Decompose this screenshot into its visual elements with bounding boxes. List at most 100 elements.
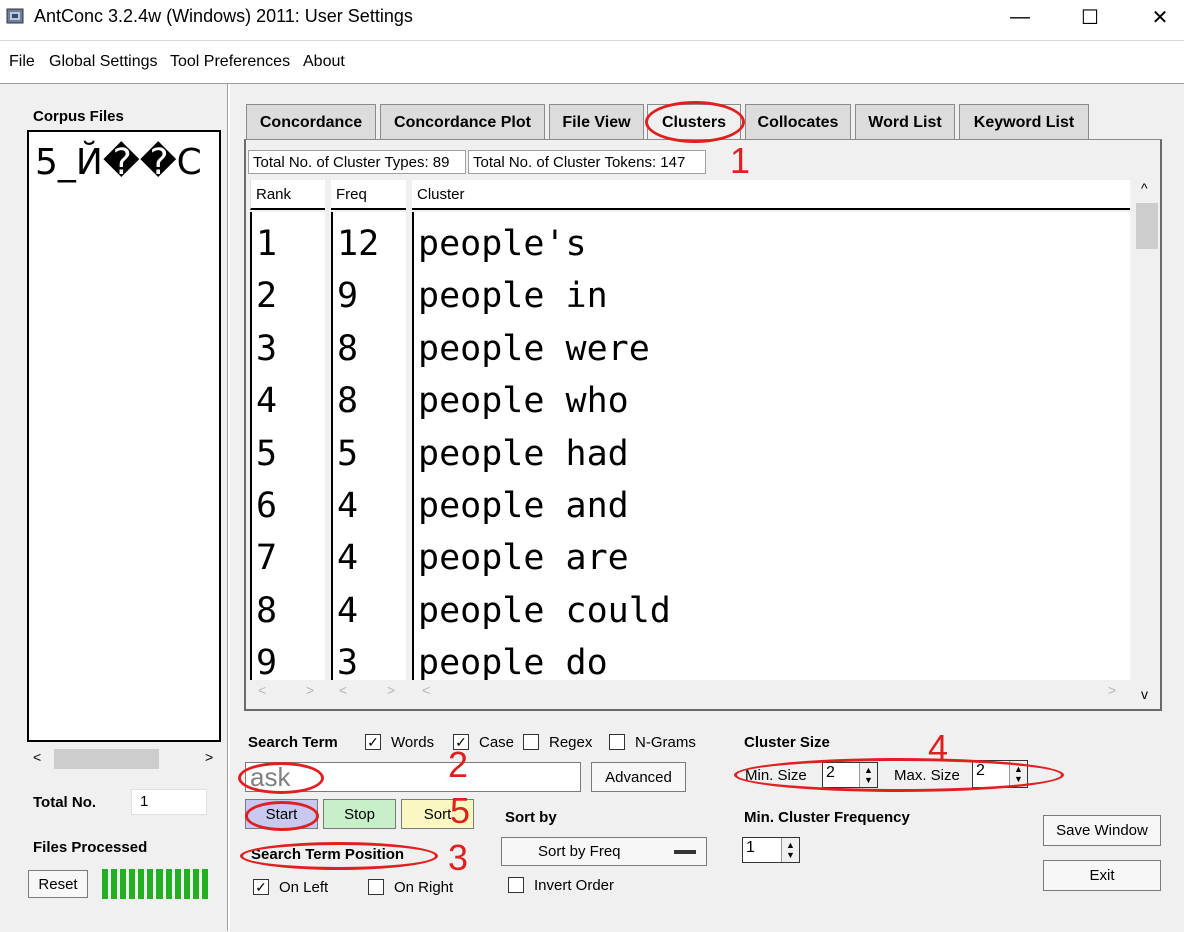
invert-order-label: Invert Order: [534, 877, 615, 894]
min-cluster-frequency-spinner[interactable]: 1 ▲ ▼: [742, 837, 800, 863]
regex-label: Regex: [549, 734, 593, 751]
corpus-files-label: Corpus Files: [33, 108, 124, 125]
corpus-file-item[interactable]: 5_Й��С: [35, 142, 202, 183]
annotation-number-4: 4: [928, 727, 949, 768]
freq-cell: 8: [337, 381, 359, 421]
min-cluster-frequency-label: Min. Cluster Frequency: [744, 809, 910, 826]
on-right-label: On Right: [394, 879, 454, 896]
annotation-ring-cluster-size: [734, 758, 1064, 792]
tab-concordance[interactable]: Concordance: [246, 104, 376, 140]
close-button[interactable]: ✕: [1137, 0, 1183, 34]
freq-cell: 12: [337, 224, 380, 264]
cluster-cell: people who: [418, 381, 629, 421]
freq-cell: 4: [337, 538, 359, 578]
search-term-label: Search Term: [248, 734, 338, 751]
cluster-types-count: Total No. of Cluster Types: 89: [248, 150, 466, 174]
freq-cell: 5: [337, 434, 359, 474]
panel-divider[interactable]: [227, 84, 230, 931]
maximize-button[interactable]: ☐: [1067, 0, 1113, 34]
annotation-number-2: 2: [448, 744, 469, 785]
scroll-down-icon[interactable]: v: [1141, 686, 1148, 702]
menu-tool-preferences[interactable]: Tool Preferences: [170, 53, 290, 71]
header-cluster[interactable]: Cluster: [412, 180, 1130, 210]
scroll-left-icon[interactable]: <: [33, 749, 41, 765]
tab-collocates[interactable]: Collocates: [745, 104, 851, 140]
menu-bar: File Global Settings Tool Preferences Ab…: [0, 40, 1184, 83]
cluster-hscrollbar[interactable]: < >: [412, 680, 1130, 702]
table-vertical-scrollbar[interactable]: ^ v: [1134, 180, 1160, 708]
scroll-right-icon[interactable]: >: [205, 749, 213, 765]
ngrams-checkbox[interactable]: [609, 734, 625, 750]
corpus-scroll-thumb[interactable]: [54, 749, 159, 769]
stop-button[interactable]: Stop: [323, 799, 396, 829]
rank-cell: 1: [256, 224, 278, 264]
ngrams-label: N-Grams: [635, 734, 696, 751]
tab-word-list[interactable]: Word List: [855, 104, 955, 140]
sort-by-dropdown[interactable]: Sort by Freq: [501, 837, 707, 866]
menu-global-settings[interactable]: Global Settings: [49, 53, 158, 71]
cluster-tokens-count: Total No. of Cluster Tokens: 147: [468, 150, 706, 174]
progress-segment: [183, 869, 190, 899]
cluster-column[interactable]: people's people in people were people wh…: [412, 212, 1130, 680]
window-title: AntConc 3.2.4w (Windows) 2011: User Sett…: [34, 6, 413, 26]
annotation-ring-search-position: [240, 842, 438, 870]
advanced-button[interactable]: Advanced: [591, 762, 686, 792]
freq-cell: 4: [337, 486, 359, 526]
tab-file-view[interactable]: File View: [549, 104, 644, 140]
progress-segment: [120, 869, 127, 899]
freq-column[interactable]: 12 9 8 8 5 4 4 4 3: [331, 212, 406, 680]
save-window-button[interactable]: Save Window: [1043, 815, 1161, 846]
progress-segment: [174, 869, 181, 899]
cluster-cell: people could: [418, 591, 671, 631]
annotation-ring-start: [245, 801, 319, 831]
rank-cell: 2: [256, 276, 278, 316]
header-rank[interactable]: Rank: [250, 180, 325, 210]
header-freq[interactable]: Freq: [331, 180, 406, 210]
cluster-cell: people and: [418, 486, 629, 526]
exit-button[interactable]: Exit: [1043, 860, 1161, 891]
rank-column[interactable]: 1 2 3 4 5 6 7 8 9: [250, 212, 325, 680]
files-processed-label: Files Processed: [33, 839, 148, 856]
on-right-checkbox[interactable]: [368, 879, 384, 895]
table-scroll-thumb[interactable]: [1136, 203, 1158, 249]
words-checkbox[interactable]: ✓: [365, 734, 381, 750]
progress-segment: [102, 869, 109, 899]
tab-keyword-list[interactable]: Keyword List: [959, 104, 1089, 140]
checkmark-icon: ✓: [255, 879, 267, 895]
cluster-cell: people's: [418, 224, 587, 264]
spinner-arrows-icon[interactable]: ▲ ▼: [781, 838, 799, 862]
progress-segment: [201, 869, 208, 899]
minimize-button[interactable]: —: [997, 0, 1043, 34]
progress-segment: [129, 869, 136, 899]
annotation-number-3: 3: [448, 837, 469, 878]
cluster-size-label: Cluster Size: [744, 734, 830, 751]
freq-cell: 8: [337, 329, 359, 369]
annotation-ring-search-term: [238, 762, 324, 794]
progress-segment: [156, 869, 163, 899]
rank-hscrollbar[interactable]: < >: [250, 680, 325, 702]
progress-segment: [165, 869, 172, 899]
sort-by-label: Sort by: [505, 809, 557, 826]
invert-order-checkbox[interactable]: [508, 877, 524, 893]
progress-segment: [192, 869, 199, 899]
freq-hscrollbar[interactable]: < >: [331, 680, 406, 702]
freq-cell: 3: [337, 643, 359, 680]
on-left-checkbox[interactable]: ✓: [253, 879, 269, 895]
menu-file[interactable]: File: [9, 53, 35, 71]
cluster-cell: people in: [418, 276, 608, 316]
menu-about[interactable]: About: [303, 53, 345, 71]
reset-button[interactable]: Reset: [28, 870, 88, 898]
total-no-label: Total No.: [33, 794, 97, 811]
sort-by-value: Sort by Freq: [538, 843, 621, 860]
corpus-files-list[interactable]: 5_Й��С: [27, 130, 221, 742]
progress-segment: [138, 869, 145, 899]
rank-cell: 3: [256, 329, 278, 369]
scroll-up-icon[interactable]: ^: [1141, 180, 1148, 196]
freq-cell: 9: [337, 276, 359, 316]
annotation-ring-clusters-tab: [645, 101, 745, 143]
annotation-number-1: 1: [730, 140, 751, 181]
tab-concordance-plot[interactable]: Concordance Plot: [380, 104, 545, 140]
rank-cell: 8: [256, 591, 278, 631]
regex-checkbox[interactable]: [523, 734, 539, 750]
words-label: Words: [391, 734, 435, 751]
